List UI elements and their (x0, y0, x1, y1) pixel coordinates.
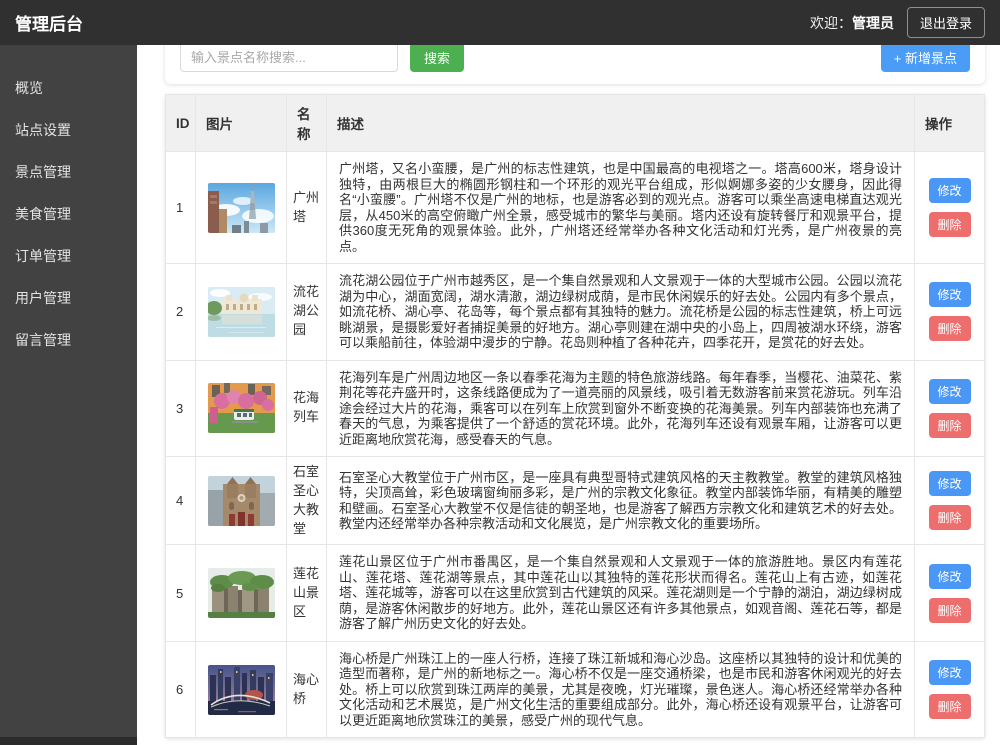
thumbnail-sacred-heart-cathedral (208, 475, 275, 526)
delete-button[interactable]: 删除 (928, 694, 971, 720)
topbar-right: 欢迎：管理员 退出登录 (810, 7, 985, 38)
row-image-cell (195, 263, 287, 361)
row-description: 海心桥是广州珠江上的一座人行桥，连接了珠江新城和海心沙岛。这座桥以其独特的设计和… (326, 640, 915, 739)
row-description: 广州塔，又名小蛮腰，是广州的标志性建筑，也是中国最高的电视塔之一。塔高600米，… (326, 151, 915, 264)
row-actions-cell: 修改 删除 (914, 640, 985, 739)
attractions-table: ID 图片 名称 描述 操作 1 广州塔 广州塔，又名小蛮腰，是广州的标志性建筑，也… (165, 94, 985, 739)
delete-button[interactable]: 删除 (928, 316, 971, 342)
row-name: 花海列车 (286, 359, 327, 457)
sidebar-nav: 概览 站点设置 景点管理 美食管理 订单管理 用户管理 留言管理 (0, 67, 137, 361)
delete-button[interactable]: 删除 (928, 212, 971, 237)
header-image: 图片 (195, 94, 287, 152)
table-row: 4 石室圣心大教堂 石室圣心大教堂位于广州市区，是一座具有典型哥特式建筑风格的天主教… (165, 455, 985, 546)
row-image-cell (195, 640, 287, 739)
row-id: 3 (165, 359, 196, 457)
row-name: 流花湖公园 (286, 263, 327, 361)
thumbnail-liuhua-lake-park (208, 286, 275, 337)
search-input[interactable] (180, 42, 398, 72)
edit-button[interactable]: 修改 (928, 378, 971, 404)
edit-button[interactable]: 修改 (928, 282, 971, 308)
row-description: 莲花山景区位于广州市番禺区，是一个集自然景观和人文景观于一体的旅游胜地。景区内有… (326, 544, 915, 642)
thumbnail-flower-sea-train (208, 383, 275, 434)
header-id: ID (165, 94, 196, 152)
logout-button[interactable]: 退出登录 (906, 7, 985, 38)
table-row: 2 流花湖公园 流花湖公园位于广州市越秀区，是一个集自然景观和人文景观于一体的大型城… (165, 263, 985, 361)
row-actions-cell: 修改 删除 (914, 359, 985, 457)
row-id: 5 (165, 544, 196, 642)
edit-button[interactable]: 修改 (928, 660, 971, 686)
add-attraction-button[interactable]: + 新增景点 (880, 42, 970, 72)
welcome-text: 欢迎：管理员 (810, 13, 894, 33)
row-name: 海心桥 (286, 640, 327, 739)
row-description: 流花湖公园位于广州市越秀区，是一个集自然景观和人文景观于一体的大型城市公园。公园… (326, 263, 915, 361)
table-row: 5 莲花山景区 莲花山景区位于广州市番禺区，是一个集自然景观和人文景观于一体的旅游胜… (165, 544, 985, 642)
delete-button[interactable]: 删除 (928, 412, 971, 438)
sidebar-item-attractions[interactable]: 景点管理 (0, 151, 137, 193)
row-id: 1 (165, 151, 196, 264)
sidebar: 概览 站点设置 景点管理 美食管理 订单管理 用户管理 留言管理 (0, 45, 137, 745)
row-name: 石室圣心大教堂 (286, 455, 327, 546)
row-actions-cell: 修改 删除 (914, 544, 985, 642)
sidebar-item-messages[interactable]: 留言管理 (0, 319, 137, 361)
row-actions-cell: 修改 删除 (914, 151, 985, 264)
row-id: 6 (165, 640, 196, 739)
username: 管理员 (851, 14, 894, 31)
table-body: 1 广州塔 广州塔，又名小蛮腰，是广州的标志性建筑，也是中国最高的电视塔之一。塔高6… (165, 151, 985, 739)
row-actions-cell: 修改 删除 (914, 263, 985, 361)
row-actions-cell: 修改 删除 (914, 455, 985, 546)
delete-button[interactable]: 删除 (928, 505, 971, 531)
welcome-label: 欢迎： (809, 14, 852, 31)
delete-button[interactable]: 删除 (928, 597, 971, 623)
thumbnail-lotus-mountain (208, 568, 275, 619)
row-description: 花海列车是广州周边地区一条以春季花海为主题的特色旅游线路。每年春季，当樱花、油菜… (326, 359, 915, 457)
table-row: 1 广州塔 广州塔，又名小蛮腰，是广州的标志性建筑，也是中国最高的电视塔之一。塔高6… (165, 151, 985, 264)
sidebar-item-orders[interactable]: 订单管理 (0, 235, 137, 277)
row-name: 广州塔 (286, 151, 327, 264)
header-name: 名称 (286, 94, 327, 152)
table-row: 3 花海列车 花海列车是广州周边地区一条以春季花海为主题的特色旅游线路。每年春季，当… (165, 359, 985, 457)
table-row: 6 海心桥 海心桥是广州珠江上的一座人行桥，连接了珠江新城和海心沙岛。这座桥以其独特… (165, 640, 985, 739)
sidebar-item-site-settings[interactable]: 站点设置 (0, 109, 137, 151)
header-actions: 操作 (914, 94, 985, 152)
edit-button[interactable]: 修改 (928, 178, 971, 203)
header-description: 描述 (326, 94, 915, 152)
row-image-cell (195, 151, 287, 264)
sidebar-item-users[interactable]: 用户管理 (0, 277, 137, 319)
row-id: 2 (165, 263, 196, 361)
thumbnail-haixin-bridge (208, 664, 275, 715)
thumbnail-canton-tower (208, 182, 275, 233)
row-image-cell (195, 455, 287, 546)
main-content: 搜索 + 新增景点 ID 图片 名称 描述 操作 1 广州塔广州塔，又名小蛮腰，是… (137, 0, 1000, 745)
row-name: 莲花山景区 (286, 544, 327, 642)
sidebar-item-overview[interactable]: 概览 (0, 67, 137, 109)
row-description: 石室圣心大教堂位于广州市区，是一座具有典型哥特式建筑风格的天主教教堂。教堂的建筑… (326, 455, 915, 546)
row-image-cell (195, 544, 287, 642)
edit-button[interactable]: 修改 (928, 563, 971, 589)
search-button[interactable]: 搜索 (410, 42, 465, 72)
sidebar-item-food[interactable]: 美食管理 (0, 193, 137, 235)
sidebar-footer (0, 737, 137, 745)
edit-button[interactable]: 修改 (928, 471, 971, 497)
row-id: 4 (165, 455, 196, 546)
table-card: ID 图片 名称 描述 操作 1 广州塔 广州塔，又名小蛮腰，是广州的标志性建筑，也… (165, 94, 985, 739)
table-header-row: ID 图片 名称 描述 操作 (165, 94, 985, 152)
app-title: 管理后台 (15, 15, 83, 34)
topbar: 管理后台 欢迎：管理员 退出登录 (0, 0, 1000, 45)
row-image-cell (195, 359, 287, 457)
